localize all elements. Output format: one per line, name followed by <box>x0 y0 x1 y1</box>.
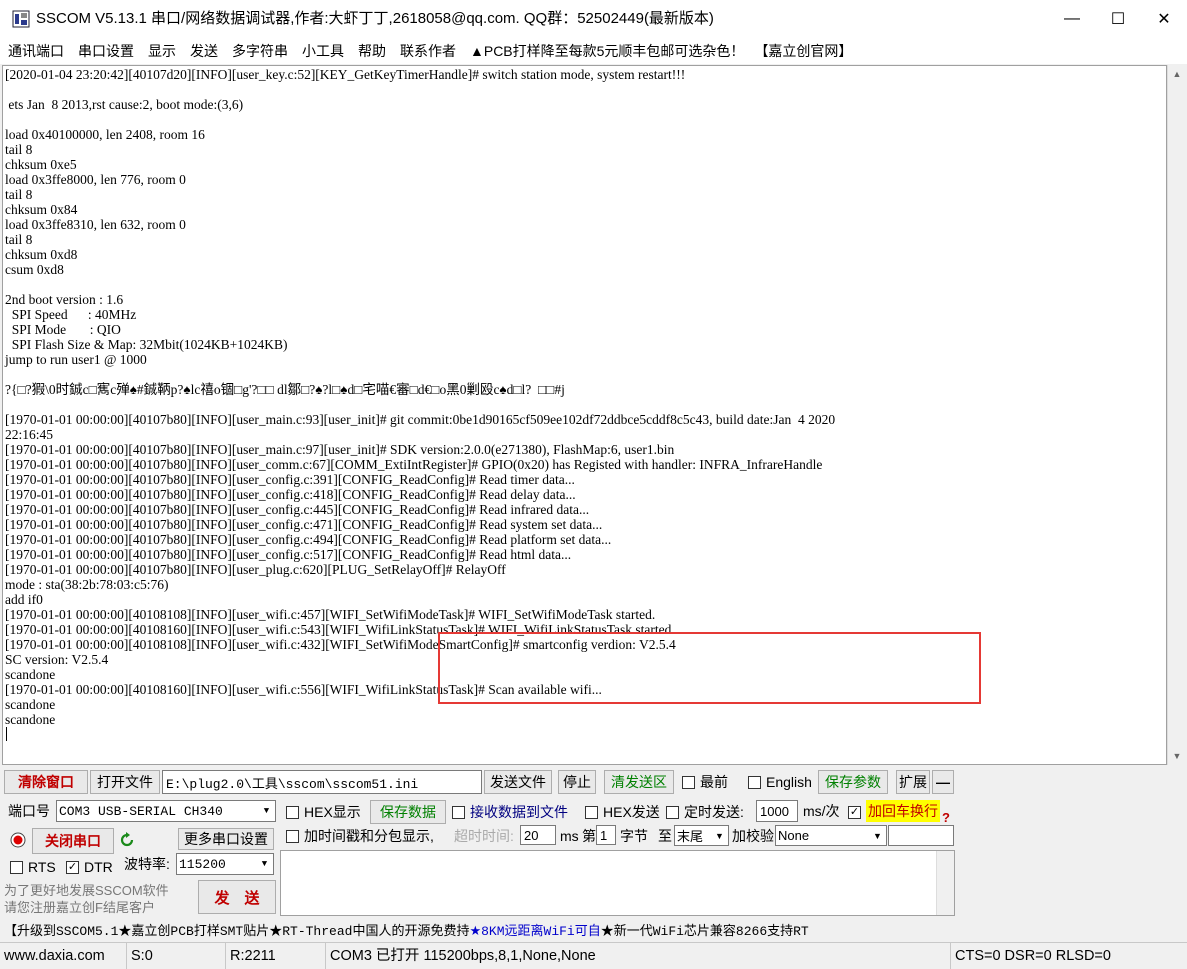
menu-ad-website[interactable]: 【嘉立创官网】 <box>754 41 852 61</box>
timestamp-label: 加时间戳和分包显示, <box>304 828 434 844</box>
ad-ticker[interactable]: 【升级到SSCOM5.1 ★嘉立创PCB打样SMT贴片★RT-Thread中国人… <box>0 918 1187 940</box>
recv-to-file-checkbox[interactable] <box>452 806 465 819</box>
send-textarea[interactable] <box>280 850 955 916</box>
app-icon <box>12 10 30 28</box>
to-label: 至 <box>658 828 672 844</box>
menu-tools[interactable]: 小工具 <box>302 41 344 61</box>
help-icon[interactable]: ? <box>942 810 954 826</box>
port-label: 端口号 <box>8 803 50 819</box>
english-checkbox[interactable] <box>748 776 761 789</box>
dtr-label: DTR <box>84 859 113 875</box>
text-caret <box>6 727 7 741</box>
highlight-box <box>438 632 981 704</box>
timeout-label: 超时时间: <box>454 828 514 844</box>
checksum-label: 加校验 <box>732 828 774 844</box>
minimize-button[interactable]: — <box>1049 0 1095 38</box>
status-sent-count: S:0 <box>127 943 226 969</box>
close-button[interactable]: ✕ <box>1141 0 1187 38</box>
hex-send-label: HEX发送 <box>603 804 660 820</box>
stop-button[interactable]: 停止 <box>558 770 596 794</box>
baud-value: 115200 <box>179 856 226 872</box>
checksum-select[interactable]: None ▼ <box>775 825 887 846</box>
close-port-button[interactable]: 关闭串口 <box>32 828 114 854</box>
baud-label: 波特率: <box>124 856 170 872</box>
ticker-part-4: ★新一代WiFi芯片兼容8266支持RT <box>600 923 809 939</box>
timeout-input[interactable]: 20 <box>520 825 556 845</box>
status-website[interactable]: www.daxia.com <box>0 943 127 969</box>
nth-input[interactable]: 1 <box>596 825 616 845</box>
topmost-label: 最前 <box>700 774 728 790</box>
menu-contact-author[interactable]: 联系作者 <box>400 41 456 61</box>
menu-multi-string[interactable]: 多字符串 <box>232 41 288 61</box>
scroll-up-icon[interactable]: ▲ <box>1168 65 1186 83</box>
open-file-button[interactable]: 打开文件 <box>90 770 160 794</box>
rts-label: RTS <box>28 859 56 875</box>
log-scrollbar[interactable]: ▲ ▼ <box>1167 65 1185 765</box>
chevron-down-icon: ▼ <box>258 801 275 821</box>
checksum-value: None <box>778 828 810 843</box>
ticker-part-1: 【升级到SSCOM5.1 <box>4 923 119 939</box>
rts-checkbox[interactable] <box>10 861 23 874</box>
status-lines: CTS=0 DSR=0 RLSD=0 <box>955 948 1111 964</box>
send-scrollbar[interactable] <box>936 851 954 915</box>
status-bar: www.daxia.com S:0 R:2211 COM3 已打开 115200… <box>0 942 1187 969</box>
ticker-part-2: ★嘉立创PCB打样SMT贴片★RT-Thread中国人的开源免费持 <box>118 923 470 939</box>
maximize-button[interactable]: ☐ <box>1095 0 1141 38</box>
title-bar: SSCOM V5.13.1 串口/网络数据调试器,作者:大虾丁丁,2618058… <box>0 0 1187 38</box>
refresh-icon[interactable] <box>118 831 136 849</box>
baud-select[interactable]: 115200 ▼ <box>176 853 274 875</box>
nth-label: 第 <box>582 828 596 844</box>
hex-display-label: HEX显示 <box>304 804 361 820</box>
timed-send-label: 定时发送: <box>684 804 744 820</box>
log-text: [2020-01-04 23:20:42][40107d20][INFO][us… <box>5 67 836 727</box>
send-button[interactable]: 发 送 <box>198 880 276 914</box>
file-path-input[interactable]: E:\plug2.0\工具\sscom\sscom51.ini <box>162 770 482 794</box>
menu-comm-port[interactable]: 通讯端口 <box>8 41 64 61</box>
port-value: COM3 USB-SERIAL CH340 <box>59 803 223 819</box>
send-file-button[interactable]: 发送文件 <box>484 770 552 794</box>
status-port-state: COM3 已打开 115200bps,8,1,None,None <box>326 943 951 969</box>
add-crlf-label: 加回车换行 <box>866 800 940 822</box>
menu-help[interactable]: 帮助 <box>358 41 386 61</box>
hex-send-checkbox[interactable] <box>585 806 598 819</box>
interval-unit: ms/次 <box>803 803 840 819</box>
status-received-count: R:2211 <box>226 943 326 969</box>
menu-serial-settings[interactable]: 串口设置 <box>78 41 134 61</box>
menu-send[interactable]: 发送 <box>190 41 218 61</box>
menu-bar: 通讯端口 串口设置 显示 发送 多字符串 小工具 帮助 联系作者 ▲PCB打样降… <box>0 38 1187 64</box>
scroll-down-icon[interactable]: ▼ <box>1168 747 1186 765</box>
chevron-down-icon: ▼ <box>711 826 728 845</box>
to-select[interactable]: 末尾 ▼ <box>674 825 729 846</box>
save-params-button[interactable]: 保存参数 <box>818 770 888 794</box>
checksum-extra-input[interactable] <box>888 825 954 846</box>
dtr-checkbox[interactable]: ✓ <box>66 861 79 874</box>
topmost-checkbox[interactable] <box>682 776 695 789</box>
save-data-button[interactable]: 保存数据 <box>370 800 446 824</box>
ms-label: ms <box>560 828 579 844</box>
clear-send-button[interactable]: 清发送区 <box>604 770 674 794</box>
promo-line-2[interactable]: 请您注册嘉立创F结尾客户 <box>4 897 155 916</box>
interval-input[interactable]: 1000 <box>756 800 798 822</box>
port-status-icon <box>10 832 26 848</box>
hex-display-checkbox[interactable] <box>286 806 299 819</box>
chevron-down-icon: ▼ <box>256 854 273 874</box>
expand-button[interactable]: 扩展 <box>896 770 930 794</box>
clear-window-button[interactable]: 清除窗口 <box>4 770 88 794</box>
port-select[interactable]: COM3 USB-SERIAL CH340 ▼ <box>56 800 276 822</box>
menu-ad-pcb[interactable]: ▲PCB打样降至每款5元顺丰包邮可选杂色！ <box>470 41 744 61</box>
to-value: 末尾 <box>677 829 704 844</box>
ticker-part-3: ★8KM远距离WiFi可自 <box>469 923 601 939</box>
timed-send-checkbox[interactable] <box>666 806 679 819</box>
add-crlf-checkbox[interactable]: ✓ <box>848 806 861 819</box>
timestamp-checkbox[interactable] <box>286 830 299 843</box>
window-title: SSCOM V5.13.1 串口/网络数据调试器,作者:大虾丁丁,2618058… <box>36 10 714 27</box>
recv-to-file-label[interactable]: 接收数据到文件 <box>470 800 568 824</box>
menu-display[interactable]: 显示 <box>148 41 176 61</box>
more-settings-button[interactable]: 更多串口设置 <box>178 828 274 850</box>
byte-label: 字节 <box>620 828 648 844</box>
english-label: English <box>766 774 812 790</box>
collapse-button[interactable]: — <box>932 770 954 794</box>
chevron-down-icon: ▼ <box>869 826 886 845</box>
